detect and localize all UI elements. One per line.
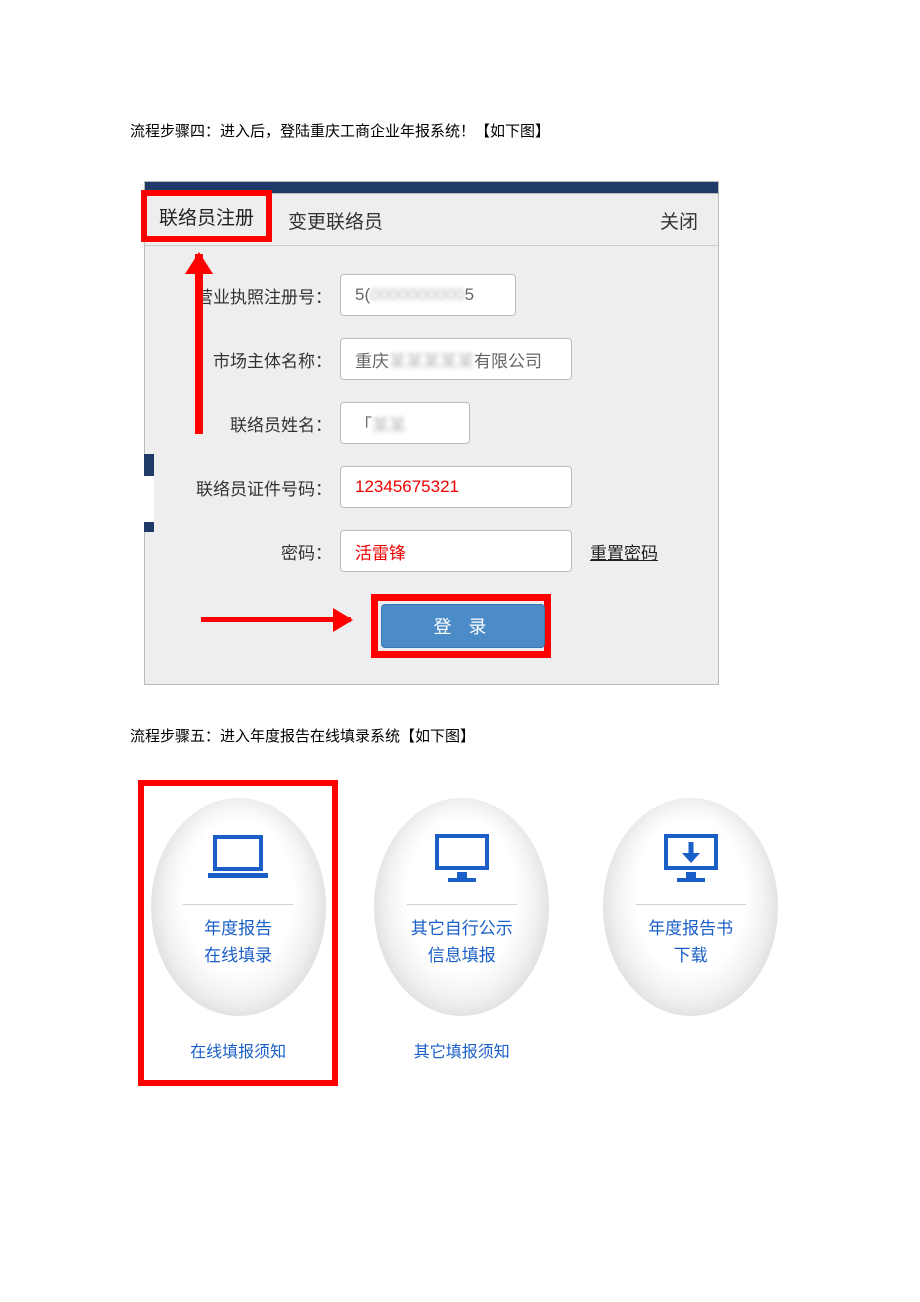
license-prefix: 5( — [355, 285, 370, 305]
card-title-line2: 下载 — [648, 942, 733, 969]
login-dialog-figure: 联络员注册 变更联络员 关闭 营业执照注册号： 5( 0000000000 5 — [144, 181, 719, 685]
card-annual-report-online[interactable]: 年度报告 在线填录 在线填报须知 — [138, 780, 338, 1086]
entity-suffix: 有限公司 — [474, 347, 542, 372]
card-oval: 其它自行公示 信息填报 — [374, 798, 549, 1016]
entity-prefix: 重庆 — [355, 347, 389, 372]
card-title-line2: 在线填录 — [204, 942, 272, 969]
card-title: 年度报告 在线填录 — [204, 915, 272, 969]
reset-password-link[interactable]: 重置密码 — [590, 539, 658, 564]
login-button-highlight: 登 录 — [371, 594, 551, 658]
monitor-icon — [435, 824, 489, 896]
label-contact-name: 联络员姓名： — [165, 411, 340, 436]
label-license-number: 营业执照注册号： — [165, 283, 340, 308]
card-title-line1: 其它自行公示 — [411, 915, 513, 942]
contact-name-prefix: 「 — [355, 411, 372, 436]
divider — [636, 904, 746, 905]
laptop-icon — [208, 824, 268, 896]
card-other-disclosure[interactable]: 其它自行公示 信息填报 其它填报须知 — [362, 786, 561, 1080]
card-annual-report-download[interactable]: 年度报告书 下载 — [591, 786, 790, 1080]
contact-name-blur: 某某 — [372, 411, 406, 436]
input-password[interactable]: 活雷锋 — [340, 530, 572, 572]
login-button[interactable]: 登 录 — [381, 604, 545, 648]
card-oval: 年度报告书 下载 — [603, 798, 778, 1016]
annotation-arrow-down-icon — [195, 254, 203, 434]
card-title: 年度报告书 下载 — [648, 915, 733, 969]
license-suffix: 5 — [465, 285, 474, 305]
card-title-line2: 信息填报 — [411, 942, 513, 969]
card-title-line1: 年度报告书 — [648, 915, 733, 942]
card-subtitle-link[interactable]: 其它填报须知 — [362, 1038, 561, 1062]
tab-register[interactable]: 联络员注册 — [141, 190, 272, 242]
input-id-number[interactable]: 12345675321 — [340, 466, 572, 508]
step5-heading: 流程步骤五：进入年度报告在线填录系统【如下图】 — [130, 725, 790, 746]
divider — [407, 904, 517, 905]
left-color-strip — [144, 454, 154, 532]
license-blur: 0000000000 — [370, 285, 465, 305]
label-entity-name: 市场主体名称： — [165, 347, 340, 372]
input-contact-name[interactable]: 「 某某 — [340, 402, 470, 444]
annotation-arrow-right-icon — [201, 617, 351, 622]
card-oval: 年度报告 在线填录 — [151, 798, 326, 1016]
card-title: 其它自行公示 信息填报 — [411, 915, 513, 969]
input-license-number[interactable]: 5( 0000000000 5 — [340, 274, 516, 316]
input-entity-name[interactable]: 重庆 某某某某某 有限公司 — [340, 338, 572, 380]
entity-blur: 某某某某某 — [389, 347, 474, 372]
close-button[interactable]: 关闭 — [640, 194, 718, 246]
label-password: 密码： — [165, 539, 340, 564]
function-cards-row: 年度报告 在线填录 在线填报须知 其它自行公示 信息填报 其它填报须知 — [144, 786, 790, 1080]
login-dialog: 联络员注册 变更联络员 关闭 营业执照注册号： 5( 0000000000 5 — [144, 193, 719, 685]
download-icon — [664, 824, 718, 896]
step4-heading: 流程步骤四：进入后，登陆重庆工商企业年报系统！【如下图】 — [130, 120, 790, 141]
card-title-line1: 年度报告 — [204, 915, 272, 942]
divider — [183, 904, 293, 905]
label-id-number: 联络员证件号码： — [165, 475, 340, 500]
card-subtitle-link[interactable]: 在线填报须知 — [144, 1038, 332, 1062]
tab-change-contact[interactable]: 变更联络员 — [272, 194, 399, 246]
